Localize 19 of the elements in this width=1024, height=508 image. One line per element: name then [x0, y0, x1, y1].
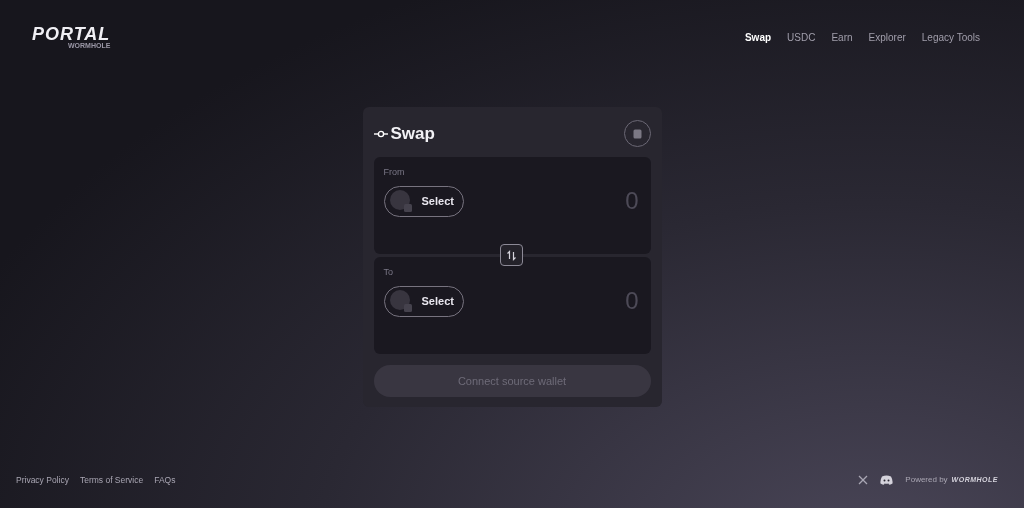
nav-link[interactable]: Explorer — [868, 29, 906, 45]
nav-link[interactable]: Earn — [831, 29, 853, 45]
nav-link[interactable]: USDC — [787, 29, 816, 45]
footer-link[interactable]: FAQs — [154, 473, 176, 487]
footer-link[interactable]: Terms of Service — [79, 473, 144, 487]
card-title: Swap — [390, 122, 435, 145]
nav-link[interactable]: Swap — [744, 29, 772, 45]
panel-label: From — [383, 166, 406, 178]
token-placeholder-icon — [389, 290, 412, 312]
discord-icon[interactable] — [880, 475, 894, 485]
footer-link[interactable]: Privacy Policy — [16, 473, 69, 487]
swap-arrows-icon — [505, 249, 517, 261]
commit-icon — [373, 129, 388, 138]
token-placeholder-icon — [389, 190, 412, 212]
swap-direction-button[interactable] — [499, 244, 523, 266]
powered-by-text: Powered by — [905, 474, 948, 486]
nav-link[interactable]: Legacy Tools — [921, 29, 980, 45]
panel-label: To — [383, 266, 394, 278]
x-logo-icon[interactable] — [858, 475, 869, 485]
